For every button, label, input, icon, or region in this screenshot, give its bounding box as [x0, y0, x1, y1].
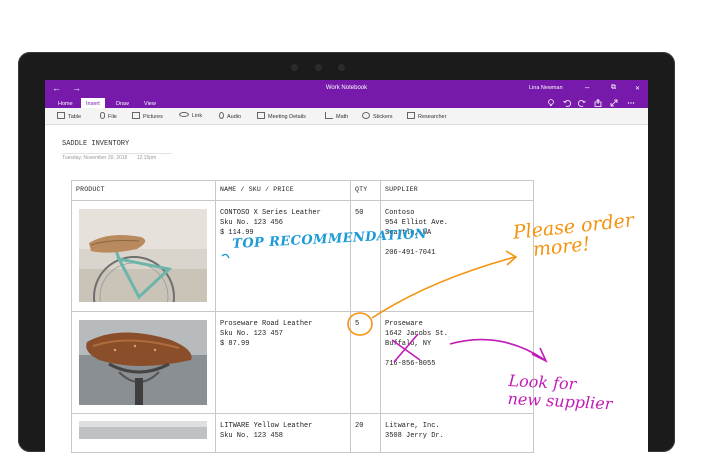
tablet-frame: ← → Work Notebook Lina Newman – ⧉ ✕ Home…: [18, 52, 675, 460]
toolbar-file[interactable]: File: [100, 112, 117, 121]
toolbar-audio-label: Audio: [227, 114, 242, 120]
restore-icon[interactable]: ⧉: [611, 83, 616, 93]
user-name[interactable]: Lina Newman: [529, 85, 563, 91]
table-icon: [57, 112, 65, 119]
toolbar-meeting-details-label: Meeting Details: [268, 114, 306, 120]
ribbon-tabs: Home Insert Draw View: [45, 97, 648, 110]
toolbar-math-label: Math: [336, 114, 349, 120]
link-icon: [179, 112, 189, 117]
bulb-icon[interactable]: [547, 99, 555, 107]
title-bar: ← → Work Notebook Lina Newman – ⧉ ✕: [45, 80, 648, 97]
picture-icon: [132, 112, 140, 119]
share-icon[interactable]: [594, 99, 602, 107]
toolbar-table-label: Table: [68, 114, 82, 120]
paperclip-icon: [100, 112, 105, 119]
toolbar-link[interactable]: Link: [179, 112, 202, 121]
toolbar-link-label: Link: [192, 113, 203, 119]
toolbar-audio[interactable]: Audio: [219, 112, 241, 121]
researcher-icon: [407, 112, 415, 119]
toolbar-researcher-label: Researcher: [418, 114, 447, 120]
more-icon[interactable]: [627, 99, 635, 107]
calendar-icon: [257, 112, 265, 119]
camera-dot: [291, 64, 298, 71]
onenote-window: ← → Work Notebook Lina Newman – ⧉ ✕ Home…: [45, 80, 648, 460]
undo-icon[interactable]: [563, 99, 571, 107]
toolbar-researcher[interactable]: Researcher: [407, 112, 446, 121]
toolbar-math[interactable]: Math: [325, 112, 348, 121]
toolbar-stickers-label: Stickers: [373, 114, 393, 120]
toolbar-meeting-details[interactable]: Meeting Details: [257, 112, 306, 121]
redo-icon[interactable]: [578, 99, 586, 107]
camera-dot: [338, 64, 345, 71]
sticker-icon: [362, 112, 370, 119]
math-icon: [325, 112, 333, 119]
insert-toolbar: Table File Pictures Link Audio Meeting D…: [45, 108, 648, 125]
toolbar-table[interactable]: Table: [57, 112, 81, 121]
expand-icon[interactable]: [610, 99, 618, 107]
toolbar-stickers[interactable]: Stickers: [362, 112, 393, 121]
close-icon[interactable]: ✕: [635, 84, 640, 94]
camera-dot: [315, 64, 322, 71]
toolbar-pictures[interactable]: Pictures: [132, 112, 163, 121]
toolbar-pictures-label: Pictures: [143, 114, 163, 120]
microphone-icon: [219, 112, 224, 119]
minimize-icon[interactable]: –: [585, 83, 589, 93]
toolbar-file-label: File: [108, 114, 117, 120]
